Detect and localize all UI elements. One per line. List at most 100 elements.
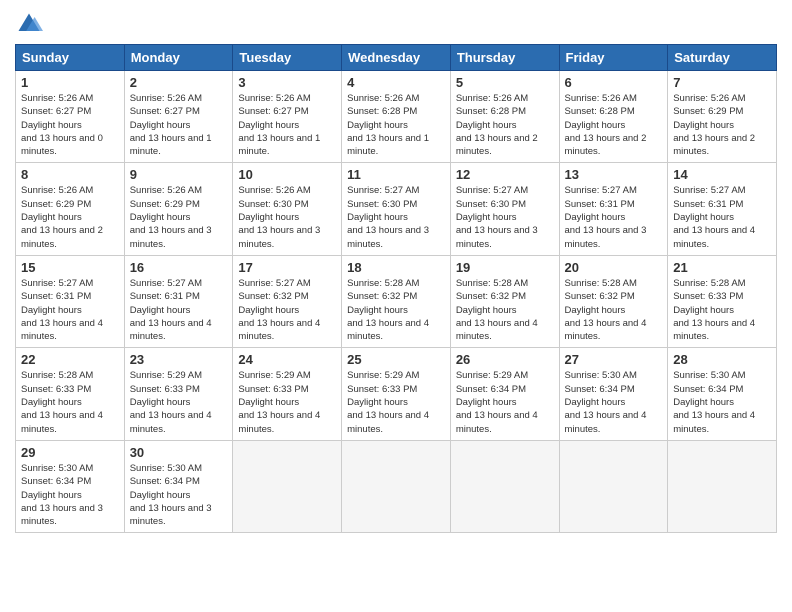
- day-cell: 29 Sunrise: 5:30 AMSunset: 6:34 PMDaylig…: [16, 440, 125, 532]
- day-number: 1: [21, 75, 119, 90]
- day-cell: 1 Sunrise: 5:26 AMSunset: 6:27 PMDayligh…: [16, 71, 125, 163]
- day-cell: 25 Sunrise: 5:29 AMSunset: 6:33 PMDaylig…: [342, 348, 451, 440]
- day-info: Sunrise: 5:28 AMSunset: 6:33 PMDaylight …: [673, 278, 755, 342]
- day-info: Sunrise: 5:26 AMSunset: 6:27 PMDaylight …: [130, 93, 212, 157]
- day-number: 2: [130, 75, 228, 90]
- calendar: SundayMondayTuesdayWednesdayThursdayFrid…: [15, 44, 777, 533]
- logo-icon: [15, 10, 43, 38]
- day-number: 30: [130, 445, 228, 460]
- day-cell: 19 Sunrise: 5:28 AMSunset: 6:32 PMDaylig…: [450, 255, 559, 347]
- day-cell: 20 Sunrise: 5:28 AMSunset: 6:32 PMDaylig…: [559, 255, 668, 347]
- day-info: Sunrise: 5:26 AMSunset: 6:28 PMDaylight …: [565, 93, 647, 157]
- day-number: 18: [347, 260, 445, 275]
- day-number: 15: [21, 260, 119, 275]
- day-cell: 18 Sunrise: 5:28 AMSunset: 6:32 PMDaylig…: [342, 255, 451, 347]
- day-number: 22: [21, 352, 119, 367]
- day-number: 13: [565, 167, 663, 182]
- day-info: Sunrise: 5:29 AMSunset: 6:33 PMDaylight …: [130, 370, 212, 434]
- day-info: Sunrise: 5:28 AMSunset: 6:32 PMDaylight …: [565, 278, 647, 342]
- day-info: Sunrise: 5:27 AMSunset: 6:31 PMDaylight …: [673, 185, 755, 249]
- day-info: Sunrise: 5:29 AMSunset: 6:33 PMDaylight …: [347, 370, 429, 434]
- day-cell: 7 Sunrise: 5:26 AMSunset: 6:29 PMDayligh…: [668, 71, 777, 163]
- day-cell: 22 Sunrise: 5:28 AMSunset: 6:33 PMDaylig…: [16, 348, 125, 440]
- day-info: Sunrise: 5:26 AMSunset: 6:29 PMDaylight …: [21, 185, 103, 249]
- day-number: 19: [456, 260, 554, 275]
- day-cell: 9 Sunrise: 5:26 AMSunset: 6:29 PMDayligh…: [124, 163, 233, 255]
- day-cell: [450, 440, 559, 532]
- day-cell: 3 Sunrise: 5:26 AMSunset: 6:27 PMDayligh…: [233, 71, 342, 163]
- header-cell-tuesday: Tuesday: [233, 45, 342, 71]
- day-cell: 2 Sunrise: 5:26 AMSunset: 6:27 PMDayligh…: [124, 71, 233, 163]
- day-cell: 27 Sunrise: 5:30 AMSunset: 6:34 PMDaylig…: [559, 348, 668, 440]
- day-number: 20: [565, 260, 663, 275]
- day-number: 12: [456, 167, 554, 182]
- day-info: Sunrise: 5:29 AMSunset: 6:34 PMDaylight …: [456, 370, 538, 434]
- day-info: Sunrise: 5:30 AMSunset: 6:34 PMDaylight …: [565, 370, 647, 434]
- day-cell: 4 Sunrise: 5:26 AMSunset: 6:28 PMDayligh…: [342, 71, 451, 163]
- day-number: 25: [347, 352, 445, 367]
- day-cell: 17 Sunrise: 5:27 AMSunset: 6:32 PMDaylig…: [233, 255, 342, 347]
- week-row-4: 22 Sunrise: 5:28 AMSunset: 6:33 PMDaylig…: [16, 348, 777, 440]
- header-cell-sunday: Sunday: [16, 45, 125, 71]
- day-number: 28: [673, 352, 771, 367]
- week-row-3: 15 Sunrise: 5:27 AMSunset: 6:31 PMDaylig…: [16, 255, 777, 347]
- day-cell: 10 Sunrise: 5:26 AMSunset: 6:30 PMDaylig…: [233, 163, 342, 255]
- day-number: 7: [673, 75, 771, 90]
- day-info: Sunrise: 5:27 AMSunset: 6:31 PMDaylight …: [21, 278, 103, 342]
- day-cell: [668, 440, 777, 532]
- logo: [15, 10, 47, 38]
- header-cell-wednesday: Wednesday: [342, 45, 451, 71]
- day-number: 16: [130, 260, 228, 275]
- day-info: Sunrise: 5:26 AMSunset: 6:30 PMDaylight …: [238, 185, 320, 249]
- day-info: Sunrise: 5:26 AMSunset: 6:27 PMDaylight …: [21, 93, 103, 157]
- day-number: 27: [565, 352, 663, 367]
- day-info: Sunrise: 5:26 AMSunset: 6:28 PMDaylight …: [456, 93, 538, 157]
- day-number: 23: [130, 352, 228, 367]
- day-cell: 5 Sunrise: 5:26 AMSunset: 6:28 PMDayligh…: [450, 71, 559, 163]
- day-number: 5: [456, 75, 554, 90]
- day-info: Sunrise: 5:29 AMSunset: 6:33 PMDaylight …: [238, 370, 320, 434]
- header: [15, 10, 777, 38]
- day-info: Sunrise: 5:28 AMSunset: 6:33 PMDaylight …: [21, 370, 103, 434]
- day-cell: 8 Sunrise: 5:26 AMSunset: 6:29 PMDayligh…: [16, 163, 125, 255]
- day-cell: 13 Sunrise: 5:27 AMSunset: 6:31 PMDaylig…: [559, 163, 668, 255]
- day-info: Sunrise: 5:30 AMSunset: 6:34 PMDaylight …: [130, 463, 212, 527]
- day-number: 10: [238, 167, 336, 182]
- day-info: Sunrise: 5:27 AMSunset: 6:31 PMDaylight …: [565, 185, 647, 249]
- day-info: Sunrise: 5:26 AMSunset: 6:28 PMDaylight …: [347, 93, 429, 157]
- day-number: 6: [565, 75, 663, 90]
- day-info: Sunrise: 5:30 AMSunset: 6:34 PMDaylight …: [673, 370, 755, 434]
- day-info: Sunrise: 5:28 AMSunset: 6:32 PMDaylight …: [456, 278, 538, 342]
- day-number: 11: [347, 167, 445, 182]
- day-cell: 14 Sunrise: 5:27 AMSunset: 6:31 PMDaylig…: [668, 163, 777, 255]
- day-number: 14: [673, 167, 771, 182]
- day-cell: [559, 440, 668, 532]
- day-info: Sunrise: 5:26 AMSunset: 6:29 PMDaylight …: [130, 185, 212, 249]
- day-number: 21: [673, 260, 771, 275]
- header-cell-thursday: Thursday: [450, 45, 559, 71]
- day-info: Sunrise: 5:27 AMSunset: 6:32 PMDaylight …: [238, 278, 320, 342]
- day-cell: 26 Sunrise: 5:29 AMSunset: 6:34 PMDaylig…: [450, 348, 559, 440]
- day-number: 9: [130, 167, 228, 182]
- day-cell: 11 Sunrise: 5:27 AMSunset: 6:30 PMDaylig…: [342, 163, 451, 255]
- day-number: 4: [347, 75, 445, 90]
- day-cell: 6 Sunrise: 5:26 AMSunset: 6:28 PMDayligh…: [559, 71, 668, 163]
- calendar-header: SundayMondayTuesdayWednesdayThursdayFrid…: [16, 45, 777, 71]
- day-cell: 24 Sunrise: 5:29 AMSunset: 6:33 PMDaylig…: [233, 348, 342, 440]
- calendar-body: 1 Sunrise: 5:26 AMSunset: 6:27 PMDayligh…: [16, 71, 777, 533]
- week-row-1: 1 Sunrise: 5:26 AMSunset: 6:27 PMDayligh…: [16, 71, 777, 163]
- day-number: 29: [21, 445, 119, 460]
- day-info: Sunrise: 5:26 AMSunset: 6:27 PMDaylight …: [238, 93, 320, 157]
- day-cell: 21 Sunrise: 5:28 AMSunset: 6:33 PMDaylig…: [668, 255, 777, 347]
- week-row-5: 29 Sunrise: 5:30 AMSunset: 6:34 PMDaylig…: [16, 440, 777, 532]
- day-number: 24: [238, 352, 336, 367]
- header-cell-saturday: Saturday: [668, 45, 777, 71]
- day-info: Sunrise: 5:27 AMSunset: 6:30 PMDaylight …: [347, 185, 429, 249]
- day-info: Sunrise: 5:30 AMSunset: 6:34 PMDaylight …: [21, 463, 103, 527]
- day-cell: [233, 440, 342, 532]
- day-number: 3: [238, 75, 336, 90]
- day-cell: [342, 440, 451, 532]
- day-cell: 28 Sunrise: 5:30 AMSunset: 6:34 PMDaylig…: [668, 348, 777, 440]
- day-cell: 23 Sunrise: 5:29 AMSunset: 6:33 PMDaylig…: [124, 348, 233, 440]
- day-info: Sunrise: 5:28 AMSunset: 6:32 PMDaylight …: [347, 278, 429, 342]
